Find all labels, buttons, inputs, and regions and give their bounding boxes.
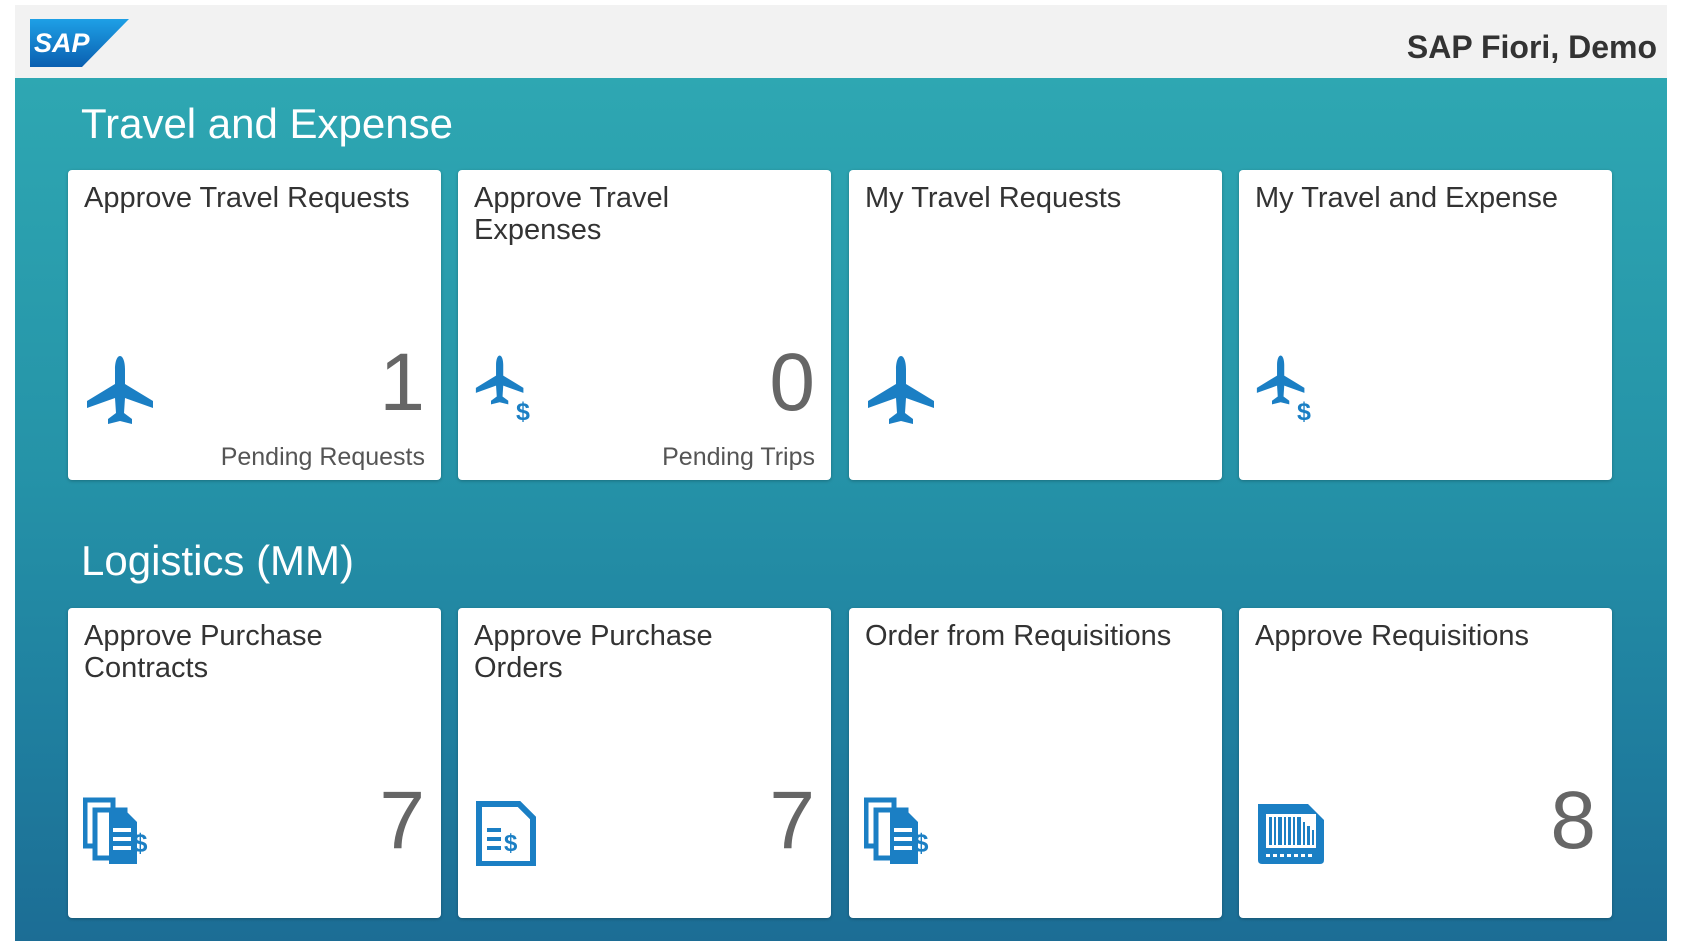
tile-title: Approve Purchase Orders (474, 620, 713, 684)
user-name[interactable]: SAP Fiori, Demo (1407, 29, 1657, 66)
tile-my-travel-and-expense[interactable]: My Travel and Expense (1239, 170, 1612, 480)
tile-count: 0 (769, 337, 815, 428)
tile-approve-requisitions[interactable]: Approve Requisitions 8 (1239, 608, 1612, 918)
tile-approve-travel-expenses[interactable]: Approve Travel Expenses 0 Pending Trips (458, 170, 831, 480)
group-title-travel-and-expense: Travel and Expense (81, 100, 453, 147)
tile-info: Pending Trips (662, 443, 815, 471)
tile-approve-purchase-contracts[interactable]: Approve Purchase Contracts 7 (68, 608, 441, 918)
tile-area: Travel and Expense Approve Travel Reques… (15, 78, 1667, 941)
svg-text:SAP: SAP (34, 28, 91, 58)
shell-header: SAP SAP Fiori, Demo (15, 5, 1667, 79)
travel-expense-icon (1254, 354, 1328, 428)
plane-icon (83, 354, 157, 428)
tile-approve-purchase-orders[interactable]: Approve Purchase Orders 7 (458, 608, 831, 918)
tile-count: 7 (379, 775, 425, 866)
tile-approve-travel-requests[interactable]: Approve Travel Requests 1 Pending Reques… (68, 170, 441, 480)
tile-info: Pending Requests (220, 443, 425, 471)
tile-title: Order from Requisitions (865, 620, 1172, 652)
tile-title: My Travel Requests (865, 182, 1122, 214)
tile-title: My Travel and Expense (1255, 182, 1559, 214)
tile-count: 1 (379, 337, 425, 428)
sap-logo[interactable]: SAP (30, 19, 129, 67)
contract-documents-icon (864, 792, 938, 866)
tile-title: Approve Travel Requests (84, 182, 410, 214)
barcode-icon (1254, 792, 1328, 866)
tile-order-from-requisitions[interactable]: Order from Requisitions (849, 608, 1222, 918)
group-title-logistics: Logistics (MM) (81, 537, 355, 584)
tile-title: Approve Requisitions (1255, 620, 1530, 652)
tile-count: 8 (1550, 775, 1596, 866)
tile-title: Approve Purchase Contracts (84, 620, 323, 684)
plane-icon (864, 354, 938, 428)
contract-documents-icon (83, 792, 157, 866)
launchpad: SAP SAP Fiori, Demo Travel and Expense A… (15, 5, 1667, 941)
tile-title: Approve Travel Expenses (474, 182, 670, 246)
tile-my-travel-requests[interactable]: My Travel Requests (849, 170, 1222, 480)
travel-expense-icon (473, 354, 547, 428)
tile-count: 7 (769, 775, 815, 866)
purchase-order-icon (473, 792, 547, 866)
